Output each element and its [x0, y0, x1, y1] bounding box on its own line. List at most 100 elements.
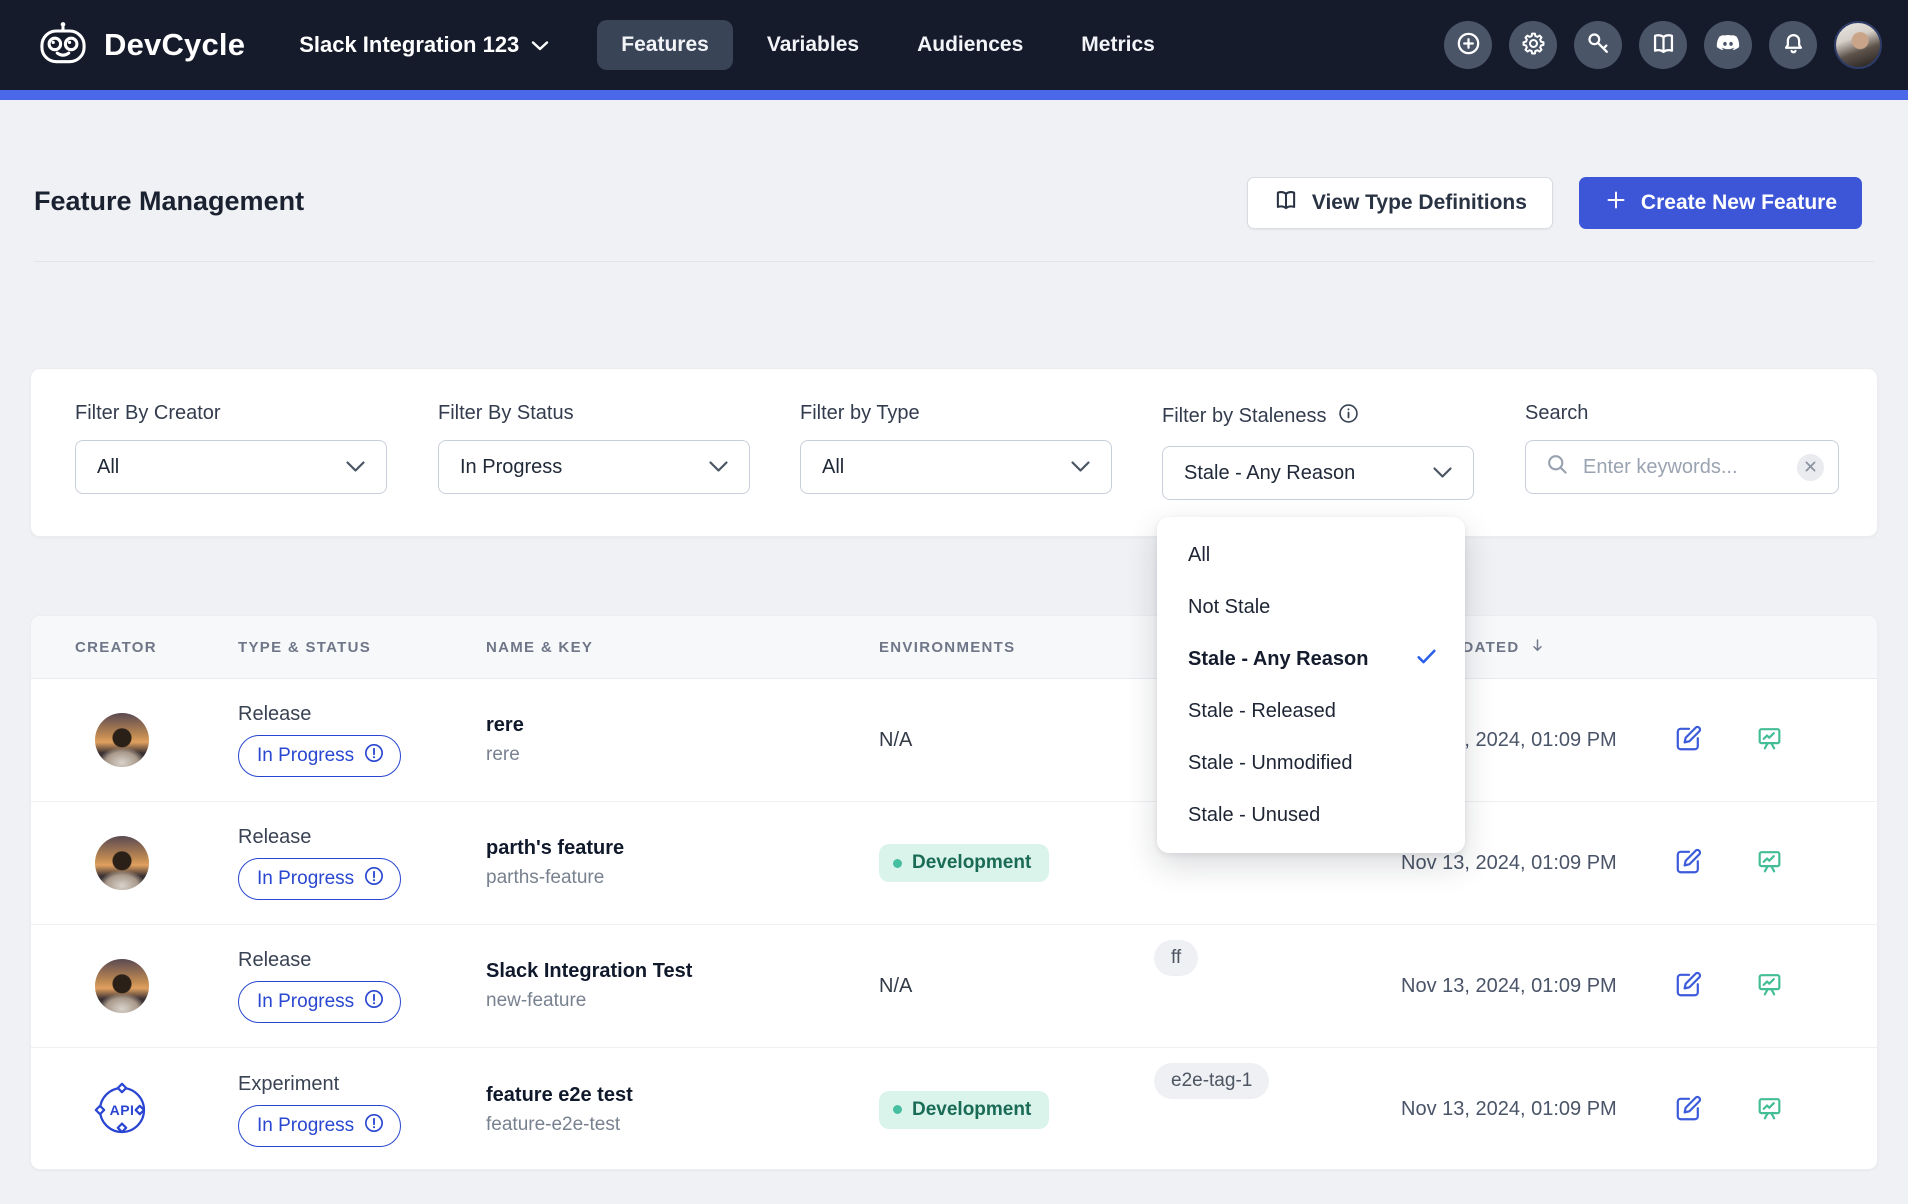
feature-management-screen: DevCycle Slack Integration 123 Features …	[0, 0, 1908, 1204]
feature-metrics-button[interactable]	[1754, 969, 1785, 1003]
add-button[interactable]	[1444, 21, 1492, 69]
book-icon	[1650, 30, 1677, 60]
menu-item-not-stale[interactable]: Not Stale	[1157, 581, 1465, 633]
divider	[34, 261, 1874, 262]
create-new-feature-button[interactable]: Create New Feature	[1579, 177, 1862, 229]
chevron-down-icon	[531, 32, 549, 58]
chart-board-icon	[1754, 969, 1785, 1003]
chevron-down-icon	[345, 456, 366, 479]
edit-feature-button[interactable]	[1673, 1093, 1704, 1127]
api-creator-badge: API	[94, 1082, 150, 1138]
bell-icon	[1780, 30, 1807, 60]
table-row[interactable]: Release In Progress rere rere N/A Nov 13…	[31, 679, 1877, 802]
edit-feature-button[interactable]	[1673, 846, 1704, 880]
exclamation-circle-icon	[363, 865, 385, 893]
feature-type: Release	[238, 826, 311, 849]
filter-staleness-select[interactable]: Stale - Any Reason	[1162, 446, 1474, 500]
tab-variables[interactable]: Variables	[743, 20, 883, 70]
docs-button[interactable]	[1639, 21, 1687, 69]
close-icon	[1805, 460, 1816, 475]
filter-creator-label: Filter By Creator	[75, 402, 387, 425]
settings-button[interactable]	[1509, 21, 1557, 69]
chart-board-icon	[1754, 723, 1785, 757]
feature-key: parths-feature	[486, 867, 879, 889]
edit-pencil-icon	[1673, 1093, 1704, 1127]
menu-item-stale-unused[interactable]: Stale - Unused	[1157, 789, 1465, 841]
notifications-button[interactable]	[1769, 21, 1817, 69]
environment-pill: Development	[879, 1091, 1049, 1129]
add-circle-icon	[1455, 30, 1482, 60]
status-badge: In Progress	[238, 858, 401, 900]
main-nav-tabs: Features Variables Audiences Metrics	[597, 20, 1179, 70]
filter-creator-select[interactable]: All	[75, 440, 387, 494]
features-table: CREATOR TYPE & STATUS NAME & KEY ENVIRON…	[30, 615, 1878, 1170]
page-title: Feature Management	[34, 186, 304, 217]
info-icon[interactable]	[1337, 402, 1360, 431]
environment-dot-icon	[893, 1105, 902, 1114]
create-new-feature-label: Create New Feature	[1641, 191, 1837, 215]
discord-icon	[1714, 30, 1742, 61]
feature-key: feature-e2e-test	[486, 1114, 879, 1136]
feature-type: Release	[238, 949, 311, 972]
table-row[interactable]: Release In Progress Slack Integration Te…	[31, 925, 1877, 1048]
accent-bar	[0, 90, 1908, 100]
discord-button[interactable]	[1704, 21, 1752, 69]
column-header-environments: ENVIRONMENTS	[879, 639, 1154, 656]
chevron-down-icon	[1070, 456, 1091, 479]
menu-item-stale-any-reason[interactable]: Stale - Any Reason	[1157, 633, 1465, 685]
filter-status-select[interactable]: In Progress	[438, 440, 750, 494]
filter-type-select[interactable]: All	[800, 440, 1112, 494]
filter-status-label: Filter By Status	[438, 402, 750, 425]
environment-pill: Development	[879, 844, 1049, 882]
user-avatar[interactable]	[1834, 21, 1882, 69]
environment-dot-icon	[893, 859, 902, 868]
chevron-down-icon	[1432, 462, 1453, 485]
chart-board-icon	[1754, 846, 1785, 880]
check-icon	[1414, 644, 1439, 675]
tab-features[interactable]: Features	[597, 20, 733, 70]
updated-date: Nov 13, 2024, 01:09 PM	[1401, 975, 1661, 998]
tab-metrics[interactable]: Metrics	[1057, 20, 1179, 70]
creator-avatar	[95, 836, 149, 890]
feature-metrics-button[interactable]	[1754, 1093, 1785, 1127]
column-header-creator: CREATOR	[75, 639, 238, 656]
tag-pill: e2e-tag-1	[1154, 1063, 1269, 1099]
filter-staleness-label: Filter by Staleness	[1162, 405, 1327, 428]
filter-staleness-value: Stale - Any Reason	[1184, 462, 1355, 485]
devcycle-brand[interactable]: DevCycle	[36, 20, 245, 71]
feature-type: Release	[238, 703, 311, 726]
edit-feature-button[interactable]	[1673, 969, 1704, 1003]
edit-feature-button[interactable]	[1673, 723, 1704, 757]
exclamation-circle-icon	[363, 742, 385, 770]
table-row[interactable]: API Experiment In Progress feature e2e t…	[31, 1048, 1877, 1170]
search-input[interactable]	[1583, 456, 1784, 479]
brand-name: DevCycle	[104, 27, 245, 63]
api-badge-label: API	[94, 1082, 150, 1138]
column-header-type-status: TYPE & STATUS	[238, 639, 486, 656]
chevron-down-icon	[708, 456, 729, 479]
view-type-definitions-button[interactable]: View Type Definitions	[1247, 177, 1553, 229]
gear-icon	[1520, 30, 1547, 60]
feature-metrics-button[interactable]	[1754, 723, 1785, 757]
exclamation-circle-icon	[363, 988, 385, 1016]
navbar-icon-group	[1444, 21, 1882, 69]
key-icon	[1585, 30, 1612, 60]
tab-audiences[interactable]: Audiences	[893, 20, 1047, 70]
table-header-row: CREATOR TYPE & STATUS NAME & KEY ENVIRON…	[31, 616, 1877, 679]
filter-creator-value: All	[97, 456, 119, 479]
menu-item-all[interactable]: All	[1157, 529, 1465, 581]
feature-metrics-button[interactable]	[1754, 846, 1785, 880]
exclamation-circle-icon	[363, 1112, 385, 1140]
feature-name: feature e2e test	[486, 1084, 879, 1107]
menu-item-stale-released[interactable]: Stale - Released	[1157, 685, 1465, 737]
menu-item-stale-unmodified[interactable]: Stale - Unmodified	[1157, 737, 1465, 789]
api-keys-button[interactable]	[1574, 21, 1622, 69]
edit-pencil-icon	[1673, 846, 1704, 880]
table-row[interactable]: Release In Progress parth's feature part…	[31, 802, 1877, 925]
environments-value: N/A	[879, 975, 912, 997]
project-selector[interactable]: Slack Integration 123	[299, 32, 549, 58]
status-badge: In Progress	[238, 981, 401, 1023]
search-label: Search	[1525, 402, 1839, 425]
clear-search-button[interactable]	[1797, 454, 1824, 481]
updated-date: Nov 13, 2024, 01:09 PM	[1401, 1098, 1661, 1121]
